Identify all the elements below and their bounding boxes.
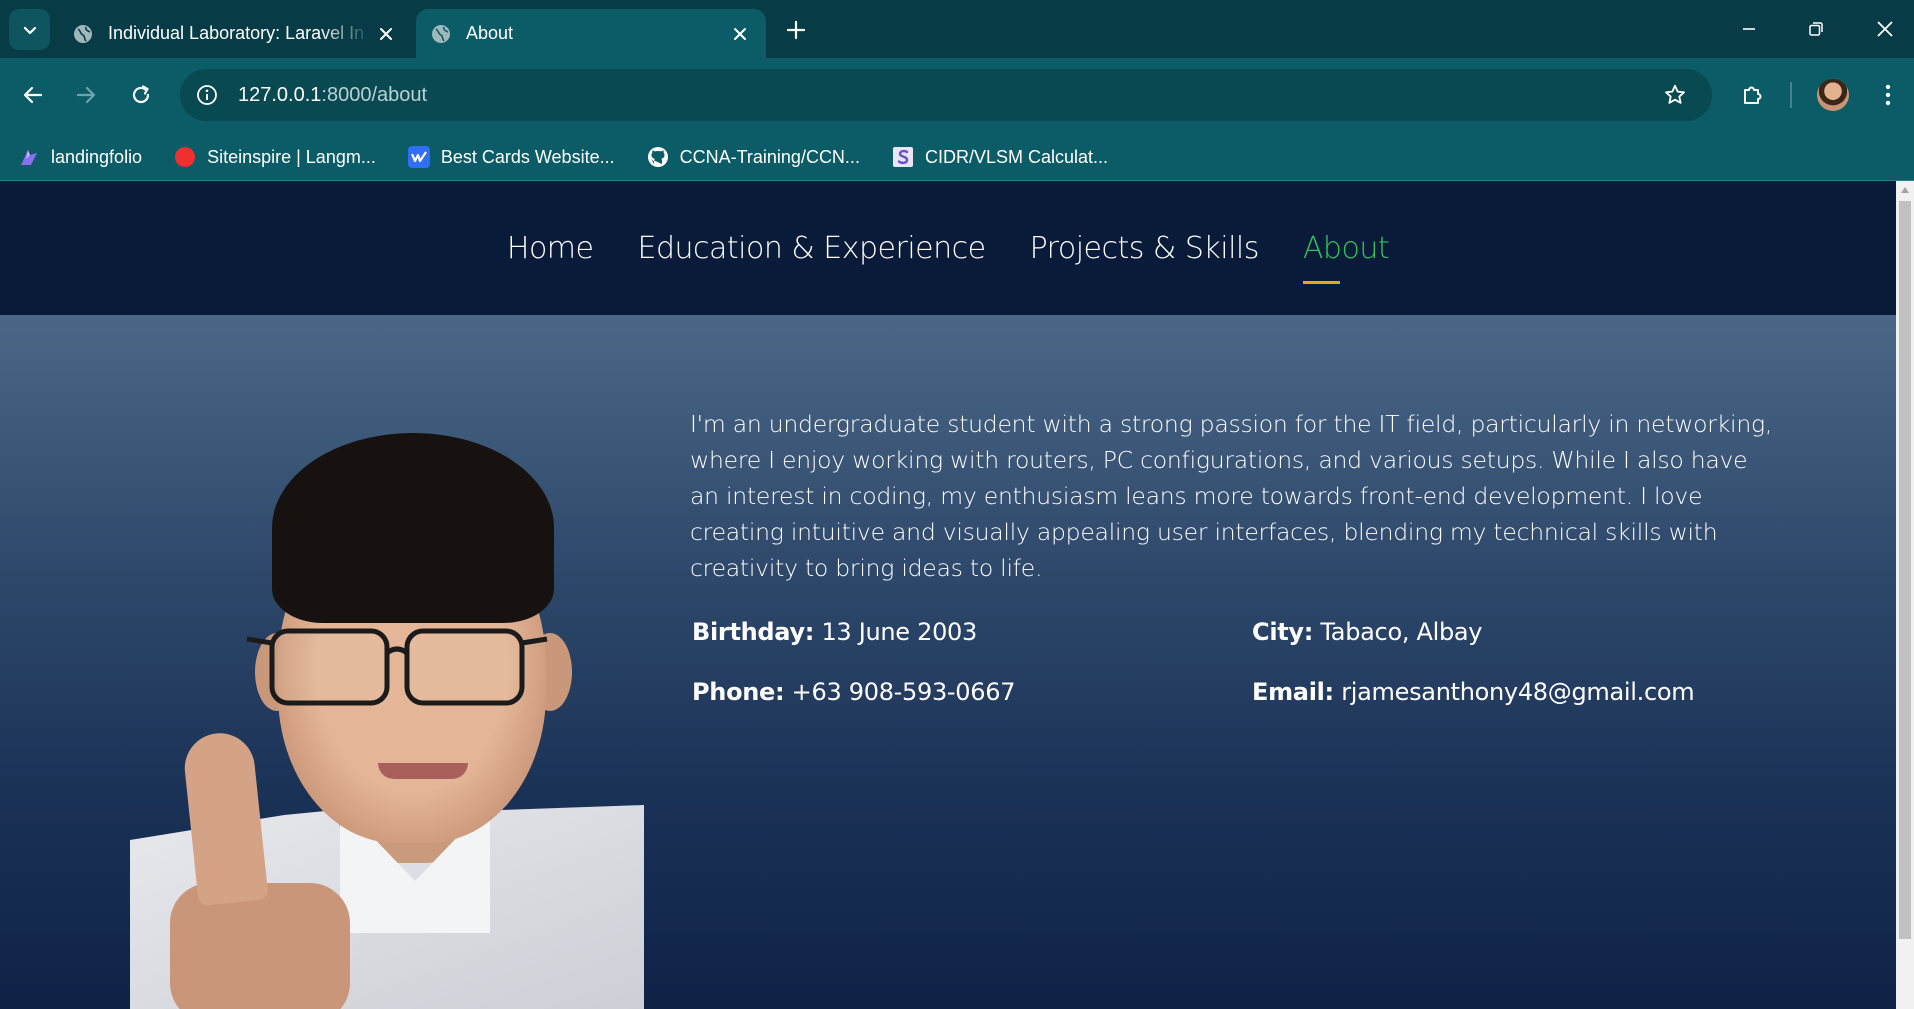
about-bio: I'm an undergraduate student with a stro… xyxy=(690,410,1773,582)
phone-info: Phone: +63 908-593-0667 xyxy=(692,678,1015,706)
address-bar[interactable]: 127.0.0.1:8000/about xyxy=(180,69,1712,121)
bookmark-label: Best Cards Website... xyxy=(440,146,615,167)
minimize-icon xyxy=(1743,28,1755,30)
address-host: 127.0.0.1 xyxy=(238,83,322,106)
bookmark-label: CIDR/VLSM Calculat... xyxy=(924,146,1109,167)
birthday-info: Birthday: 13 June 2003 xyxy=(692,618,977,646)
github-icon xyxy=(647,146,669,168)
reload-icon xyxy=(132,85,150,104)
bookmark-best-cards[interactable]: Best Cards Website... xyxy=(407,146,615,168)
bookmark-siteinspire[interactable]: Siteinspire | Langm... xyxy=(174,146,376,168)
siteinspire-icon xyxy=(174,146,196,168)
calculator-icon xyxy=(892,146,914,168)
bookmark-star-icon[interactable] xyxy=(1660,80,1690,110)
new-tab-button[interactable] xyxy=(781,15,811,45)
arrow-right-icon xyxy=(76,86,96,104)
phone-label: Phone: xyxy=(692,678,785,706)
site-info-icon[interactable] xyxy=(192,80,222,110)
city-value: Tabaco, Albay xyxy=(1320,618,1483,646)
webflow-icon xyxy=(407,146,430,168)
scrollbar-thumb[interactable] xyxy=(1899,201,1911,939)
city-label: City: xyxy=(1252,618,1314,646)
birthday-label: Birthday: xyxy=(692,618,815,646)
bookmarks-bar: landingfolio Siteinspire | Langm... Best… xyxy=(0,132,1914,182)
tab-individual-laboratory[interactable]: Individual Laboratory: Laravel In xyxy=(60,9,412,58)
bookmark-label: Siteinspire | Langm... xyxy=(207,146,376,167)
arrow-left-icon xyxy=(23,86,43,104)
city-info: City: Tabaco, Albay xyxy=(1252,618,1483,646)
about-section: I'm an undergraduate student with a stro… xyxy=(0,315,1896,1009)
bookmark-ccna[interactable]: CCNA-Training/CCN... xyxy=(647,146,860,168)
page-scrollbar[interactable] xyxy=(1896,181,1914,1009)
reload-button[interactable] xyxy=(120,74,162,116)
address-path: :8000/about xyxy=(321,83,428,106)
globe-icon xyxy=(74,24,92,43)
scroll-up-arrow-icon[interactable] xyxy=(1901,187,1909,193)
tab-search-button[interactable] xyxy=(9,9,50,50)
bookmark-cidr-calculator[interactable]: CIDR/VLSM Calculat... xyxy=(892,146,1108,168)
email-info: Email: rjamesanthony48@gmail.com xyxy=(1252,678,1695,706)
tab-title: About xyxy=(466,23,514,43)
site-navigation: Home Education & Experience Projects & S… xyxy=(0,181,1896,315)
more-vertical-icon xyxy=(1885,84,1891,106)
close-icon[interactable] xyxy=(372,20,400,48)
extensions-button[interactable] xyxy=(1732,74,1774,116)
nav-projects-skills[interactable]: Projects & Skills xyxy=(1030,231,1260,266)
bookmark-label: landingfolio xyxy=(51,146,143,167)
chevron-down-icon xyxy=(23,26,36,34)
profile-avatar[interactable] xyxy=(1817,79,1849,111)
restore-icon xyxy=(1809,22,1823,36)
profile-photo xyxy=(130,433,644,1009)
tab-about[interactable]: About xyxy=(416,9,766,58)
nav-about[interactable]: About xyxy=(1302,231,1390,284)
address-url[interactable]: 127.0.0.1:8000/about xyxy=(238,84,427,107)
bookmark-label: CCNA-Training/CCN... xyxy=(679,146,860,167)
email-label: Email: xyxy=(1252,678,1334,706)
email-value: rjamesanthony48@gmail.com xyxy=(1341,678,1695,706)
forward-button[interactable] xyxy=(65,74,107,116)
menu-button[interactable] xyxy=(1867,74,1909,116)
minimize-button[interactable] xyxy=(1728,8,1770,50)
tab-title: Individual Laboratory: Laravel In xyxy=(108,23,365,43)
puzzle-icon xyxy=(1744,86,1762,104)
landingfolio-icon xyxy=(18,146,40,168)
close-window-button[interactable] xyxy=(1864,8,1906,50)
globe-icon xyxy=(432,24,450,43)
birthday-value: 13 June 2003 xyxy=(821,618,977,646)
nav-home[interactable]: Home xyxy=(507,231,594,266)
page-viewport: Home Education & Experience Projects & S… xyxy=(0,181,1896,1009)
close-icon xyxy=(1877,21,1893,37)
tab-strip: Individual Laboratory: Laravel In About xyxy=(0,0,1914,58)
toolbar-divider xyxy=(1790,82,1792,108)
nav-education-experience[interactable]: Education & Experience xyxy=(637,231,986,266)
restore-button[interactable] xyxy=(1795,8,1837,50)
browser-toolbar: 127.0.0.1:8000/about landingfolio Sitein… xyxy=(0,58,1914,187)
phone-value: +63 908-593-0667 xyxy=(791,678,1016,706)
back-button[interactable] xyxy=(12,74,54,116)
bookmark-landingfolio[interactable]: landingfolio xyxy=(18,146,142,168)
close-icon[interactable] xyxy=(726,20,754,48)
plus-icon xyxy=(786,20,806,40)
